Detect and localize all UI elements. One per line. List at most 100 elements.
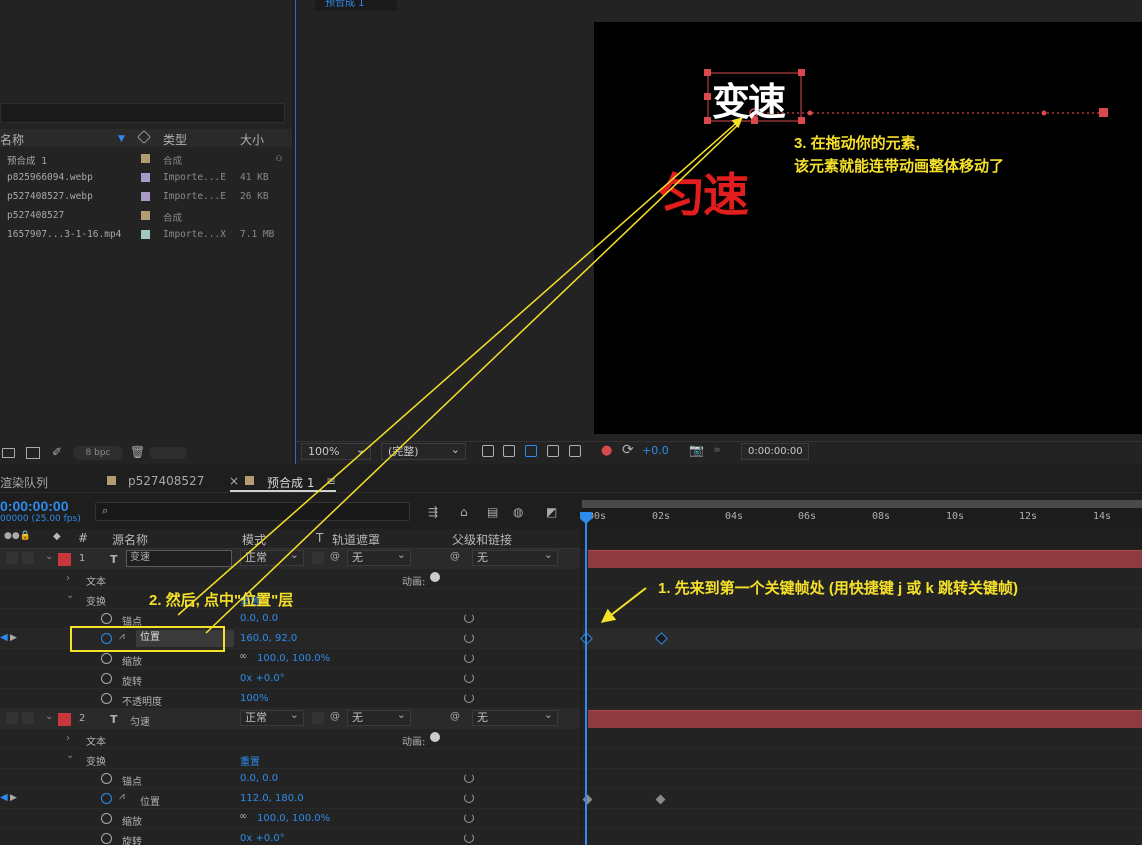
expression-pickwhip-icon[interactable]: [464, 653, 474, 663]
group-text[interactable]: › 文本 动画:: [0, 569, 580, 589]
reset-link[interactable]: 重置: [240, 753, 260, 768]
chevron-down-icon[interactable]: ⌄: [66, 590, 74, 601]
constrain-proportions-icon[interactable]: ∞: [239, 811, 247, 822]
animate-play-icon[interactable]: [430, 732, 440, 742]
project-item[interactable]: p527408527 合成: [0, 206, 292, 225]
video-switch[interactable]: [6, 552, 18, 564]
keyframe-nav-next[interactable]: ▶: [10, 793, 17, 803]
column-track-matte[interactable]: 轨道遮罩: [332, 531, 380, 548]
thumbnail-toggle[interactable]: [149, 447, 187, 459]
matte-pickwhip-icon[interactable]: @: [330, 711, 340, 722]
column-size[interactable]: 大小: [240, 131, 264, 148]
property-value[interactable]: 0.0, 0.0: [240, 613, 278, 624]
expression-pickwhip-icon[interactable]: [464, 813, 474, 823]
column-parent[interactable]: 父级和链接: [452, 531, 512, 548]
text-layer-variable-speed[interactable]: 变速: [712, 71, 786, 126]
region-of-interest-icon[interactable]: [482, 445, 494, 457]
tab-precomp-1[interactable]: 预合成 1: [267, 474, 314, 491]
keyframe-nav-prev[interactable]: ◀: [0, 632, 8, 643]
chevron-right-icon[interactable]: ›: [66, 573, 70, 584]
column-t[interactable]: T: [316, 531, 323, 545]
stopwatch-icon[interactable]: [101, 693, 112, 704]
track-row[interactable]: [582, 609, 1142, 629]
text-layer-constant-speed[interactable]: 匀速: [659, 159, 749, 225]
exposure-value[interactable]: +0.0: [642, 444, 669, 457]
track-row[interactable]: [582, 769, 1142, 789]
column-mode[interactable]: 模式: [242, 531, 266, 548]
expression-pickwhip-icon[interactable]: [464, 773, 474, 783]
draft-3d-icon[interactable]: ⌂: [460, 505, 468, 519]
project-item[interactable]: p527408527.webp Importe...E 26 KB: [0, 187, 292, 206]
composition-canvas[interactable]: 变速 匀速 3. 在拖动你的元素, 该元素就能连带动画整体移动了: [594, 22, 1142, 434]
chevron-down-icon[interactable]: ⌄: [45, 711, 53, 722]
property-value[interactable]: 0x +0.0°: [240, 833, 285, 844]
property-position[interactable]: ◀ ▶ ⩘ 位置 112.0, 180.0: [0, 789, 580, 809]
snapshot-icon[interactable]: 📷: [689, 443, 704, 457]
property-anchor-point[interactable]: 锚点 0.0, 0.0: [0, 769, 580, 789]
label-column-icon[interactable]: ◆: [53, 531, 61, 542]
property-label[interactable]: 位置: [140, 793, 160, 808]
track-row[interactable]: [582, 809, 1142, 829]
fast-preview-icon[interactable]: [547, 445, 559, 457]
label-swatch[interactable]: [141, 173, 150, 182]
expression-pickwhip-icon[interactable]: [464, 833, 474, 843]
property-scale[interactable]: 缩放 ∞ 100.0, 100.0%: [0, 649, 580, 669]
label-swatch[interactable]: [141, 230, 150, 239]
motion-blur-icon[interactable]: ◩: [546, 505, 557, 519]
interpret-footage-icon[interactable]: ✐: [52, 445, 62, 459]
layer-row-2[interactable]: ⌄ 2 T 匀速 正常 @ 无 @ 无: [0, 708, 580, 729]
work-area-bar[interactable]: [582, 500, 1142, 508]
preserve-transparency[interactable]: [312, 552, 324, 564]
bbox-handle[interactable]: [798, 117, 805, 124]
property-value[interactable]: 0.0, 0.0: [240, 773, 278, 784]
chevron-down-icon[interactable]: ⌄: [66, 750, 74, 761]
close-tab-icon[interactable]: ×: [229, 474, 239, 488]
parent-pickwhip-icon[interactable]: @: [450, 711, 460, 722]
track-row[interactable]: [582, 729, 1142, 749]
stopwatch-icon[interactable]: [101, 653, 112, 664]
stopwatch-icon[interactable]: [101, 773, 112, 784]
layer-duration-bar[interactable]: [588, 550, 1142, 568]
project-search-input[interactable]: [0, 103, 285, 123]
solo-switch[interactable]: [22, 552, 34, 564]
sort-arrow-icon[interactable]: ▼: [118, 134, 125, 144]
blend-mode-select[interactable]: 正常: [240, 708, 304, 726]
track-row[interactable]: [582, 669, 1142, 689]
project-item[interactable]: 1657907...3-1-16.mp4 Importe...X 7.1 MB: [0, 225, 292, 244]
label-swatch[interactable]: [58, 713, 71, 726]
constrain-proportions-icon[interactable]: ∞: [239, 651, 247, 662]
keyframe-nav-prev[interactable]: ◀: [0, 792, 8, 803]
folder-icon[interactable]: [2, 448, 15, 458]
property-scale[interactable]: 缩放 ∞ 100.0, 100.0%: [0, 809, 580, 829]
track-matte-select[interactable]: 无: [347, 548, 411, 566]
viewer-tab[interactable]: 预合成 1: [315, 0, 397, 11]
parent-select[interactable]: 无: [472, 548, 558, 566]
label-tag-icon[interactable]: [136, 129, 152, 145]
expression-pickwhip-icon[interactable]: [464, 793, 474, 803]
zoom-select[interactable]: 100% ⌄: [301, 443, 371, 460]
bbox-handle[interactable]: [704, 69, 711, 76]
current-time-display[interactable]: 0:00:00:00: [0, 498, 69, 514]
keyframe-end-marker[interactable]: [1099, 108, 1108, 117]
shy-layers-icon[interactable]: ▤: [487, 505, 498, 519]
resolution-select[interactable]: (完整) ⌄: [381, 443, 466, 460]
video-switch[interactable]: [6, 712, 18, 724]
show-snapshot-icon[interactable]: ⚭: [712, 443, 722, 457]
parent-select[interactable]: 无: [472, 708, 558, 726]
project-item[interactable]: 预合成 1 合成 ⚇: [0, 149, 292, 168]
bbox-handle[interactable]: [704, 93, 711, 100]
keyframe-nav-next[interactable]: ▶: [10, 633, 17, 643]
stopwatch-icon[interactable]: [101, 813, 112, 824]
matte-pickwhip-icon[interactable]: @: [330, 551, 340, 562]
reset-exposure-icon[interactable]: ⟳: [622, 442, 634, 458]
tab-render-queue[interactable]: 渲染队列: [0, 474, 48, 491]
column-type[interactable]: 类型: [163, 131, 187, 148]
property-rotation[interactable]: 旋转 0x +0.0°: [0, 829, 580, 845]
track-matte-select[interactable]: 无: [347, 708, 411, 726]
viewer-timecode[interactable]: 0:00:00:00: [741, 443, 809, 460]
layer-row-1[interactable]: ⌄ 1 T 变速 正常 @ 无 @ 无: [0, 548, 580, 569]
layer-name[interactable]: 匀速: [130, 713, 150, 728]
tab-comp-p527408527[interactable]: p527408527: [128, 474, 204, 488]
property-value[interactable]: 100.0, 100.0%: [257, 813, 330, 824]
property-value[interactable]: 0x +0.0°: [240, 673, 285, 684]
